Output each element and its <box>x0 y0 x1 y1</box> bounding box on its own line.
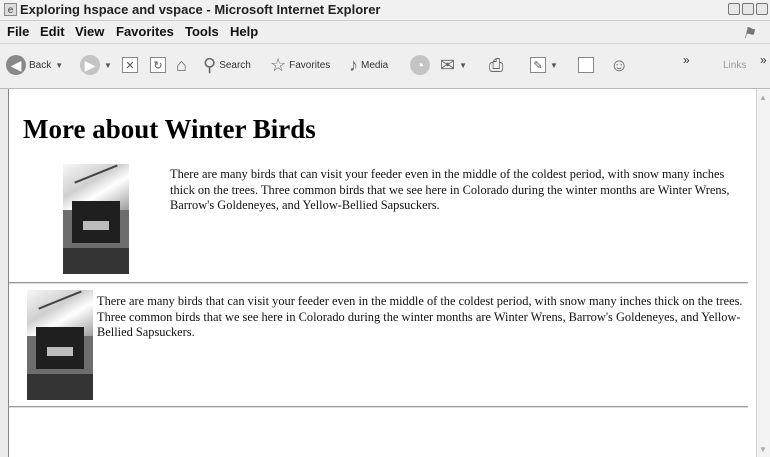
paragraph-with-hspace: There are many birds that can visit your… <box>170 167 730 212</box>
messenger-icon: ☺ <box>610 55 629 75</box>
scroll-up-icon[interactable]: ▲ <box>759 93 767 102</box>
page-heading: More about Winter Birds <box>23 114 316 144</box>
back-label: Back <box>29 59 52 71</box>
maximize-icon[interactable] <box>742 3 754 15</box>
media-icon: ♪ <box>349 55 358 75</box>
page-content: More about Winter Birds There are many b… <box>8 89 756 457</box>
menu-tools[interactable]: Tools <box>185 24 219 39</box>
discuss-button[interactable] <box>578 53 594 77</box>
home-button[interactable]: ⌂ <box>176 53 187 77</box>
forward-arrow-icon: ▶ <box>80 55 100 75</box>
history-button[interactable]: ◔ <box>410 53 430 77</box>
birdfeeder-image-2 <box>27 290 93 400</box>
media-button[interactable]: ♪ Media <box>349 53 388 77</box>
birdfeeder-image-1 <box>63 164 129 274</box>
search-button[interactable]: ⚲ Search <box>203 53 251 77</box>
mail-button[interactable]: ✉ ▼ <box>440 53 467 77</box>
minimize-icon[interactable] <box>728 3 740 15</box>
back-dropdown-icon[interactable]: ▼ <box>55 61 63 70</box>
vertical-scrollbar[interactable]: ▲ ▼ <box>756 89 770 457</box>
windows-logo-icon: ⚑ <box>742 25 756 42</box>
refresh-button[interactable]: ↻ <box>150 53 166 77</box>
menu-view[interactable]: View <box>75 24 104 39</box>
menu-help[interactable]: Help <box>230 24 258 39</box>
favorites-star-icon: ☆ <box>270 55 287 75</box>
menu-file[interactable]: File <box>7 24 29 39</box>
window-title: Exploring hspace and vspace - Microsoft … <box>20 2 381 17</box>
links-label[interactable]: Links <box>723 53 746 77</box>
discuss-icon <box>578 57 594 73</box>
mail-icon: ✉ <box>440 55 456 75</box>
search-label: Search <box>219 59 251 71</box>
standard-toolbar: ◀ Back ▼ ▶ ▼ ✕ ↻ ⌂ ⚲ Search ☆ Favorites … <box>0 44 770 89</box>
stop-icon: ✕ <box>122 57 138 73</box>
browser-window: e Exploring hspace and vspace - Microsof… <box>0 0 770 457</box>
window-controls <box>728 3 768 15</box>
messenger-button[interactable]: ☺ <box>610 53 628 77</box>
horizontal-rule-2 <box>9 406 748 408</box>
mail-dropdown-icon[interactable]: ▼ <box>459 61 467 70</box>
edit-button[interactable]: ✎ ▼ <box>530 53 558 77</box>
menu-favorites[interactable]: Favorites <box>116 24 174 39</box>
media-label: Media <box>361 59 389 71</box>
stop-button[interactable]: ✕ <box>122 53 138 77</box>
back-button[interactable]: ◀ Back ▼ <box>6 53 63 77</box>
search-icon: ⚲ <box>203 55 217 75</box>
ie-page-icon: e <box>4 3 17 16</box>
paragraph-without-hspace: There are many birds that can visit your… <box>97 294 743 339</box>
favorites-label: Favorites <box>289 59 331 71</box>
back-arrow-icon: ◀ <box>6 55 26 75</box>
home-icon: ⌂ <box>176 55 187 75</box>
toolbar-chevron[interactable]: » <box>683 48 690 72</box>
title-bar: e Exploring hspace and vspace - Microsof… <box>0 0 770 21</box>
forward-dropdown-icon[interactable]: ▼ <box>104 61 112 70</box>
favorites-button[interactable]: ☆ Favorites <box>270 53 330 77</box>
edit-icon: ✎ <box>530 57 546 73</box>
print-icon: ⎙ <box>489 55 504 75</box>
menu-bar: File Edit View Favorites Tools Help ⚑ <box>0 21 770 44</box>
scroll-down-icon[interactable]: ▼ <box>759 445 767 454</box>
edit-dropdown-icon[interactable]: ▼ <box>550 61 558 70</box>
menu-edit[interactable]: Edit <box>40 24 65 39</box>
links-chevron[interactable]: » <box>760 48 767 72</box>
refresh-icon: ↻ <box>150 57 166 73</box>
horizontal-rule <box>9 282 748 284</box>
print-button[interactable]: ⎙ <box>489 53 503 77</box>
forward-button[interactable]: ▶ ▼ <box>80 53 112 77</box>
close-icon[interactable] <box>756 3 768 15</box>
history-icon: ◔ <box>410 55 430 75</box>
